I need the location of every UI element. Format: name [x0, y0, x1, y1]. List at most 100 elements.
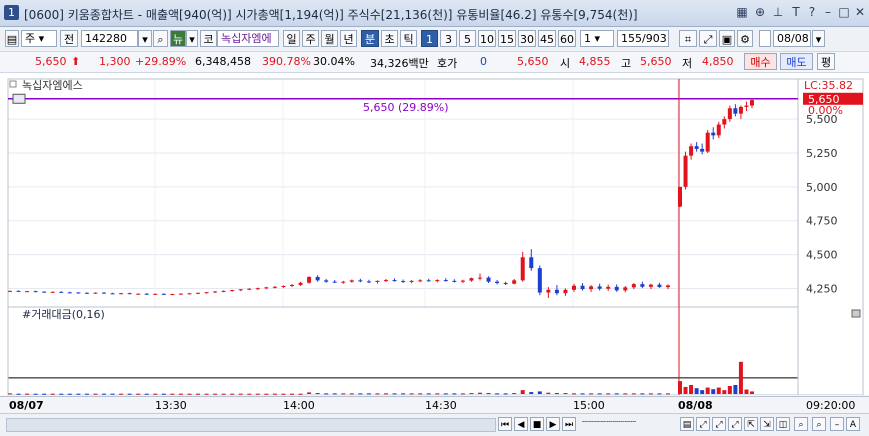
interval-5-button[interactable]: 5 [459, 30, 476, 47]
candle-body [537, 268, 542, 293]
date-input[interactable]: 08/08 [773, 30, 811, 47]
scroll-bar[interactable]: ⏮ ◀ ■ ▶ ⏭ ┄┄┄┄┄┄┄┄┄ ▤ ⤢ ⤢ ⤢ ⇱ ⇲ ◫ ⌕ ⌕ – … [0, 413, 869, 436]
scroll-first-icon[interactable]: ⏮ [498, 417, 512, 431]
candle-body [76, 292, 81, 294]
maximize-icon[interactable]: □ [837, 5, 851, 19]
interval-45-button[interactable]: 45 [538, 30, 556, 47]
volume-bar [727, 385, 732, 394]
interval-1-button[interactable]: 1 [421, 30, 438, 47]
candle-body [716, 124, 721, 136]
scroll-prev-icon[interactable]: ◀ [514, 417, 528, 431]
volume-bar [705, 387, 710, 394]
zoom-slider[interactable]: ┄┄┄┄┄┄┄┄┄ [582, 417, 672, 431]
candle-body [469, 278, 474, 281]
panel-close-icon[interactable] [851, 309, 861, 318]
x-tick-1500: 15:00 [573, 399, 605, 412]
sell-button[interactable]: 매도 [780, 53, 813, 70]
volume-bar [144, 393, 149, 395]
tool-3-icon[interactable]: ⤢ [712, 417, 726, 431]
zoom-in-icon[interactable]: ⌕ [794, 417, 808, 431]
year-button[interactable]: 년 [340, 30, 357, 47]
tool-2-icon[interactable]: ⤢ [696, 417, 710, 431]
font-size-icon[interactable]: A [846, 417, 860, 431]
unit-select[interactable]: 1 ▾ [580, 30, 614, 47]
chart-toolbar: ▤ 주 ▾ 전 142280 ▾ ⌕ 뉴 ▾ 코 녹십자엠에 일 주 월 년 분… [0, 27, 869, 52]
indicator-icon[interactable]: ⌗ [679, 30, 697, 47]
candle-body [247, 288, 252, 290]
volume-bar [750, 391, 754, 394]
volume-bar [366, 393, 371, 395]
tool-6-icon[interactable]: ⇲ [760, 417, 774, 431]
volume-ratio: 390.78% [262, 55, 311, 68]
font-icon[interactable]: T [789, 5, 803, 19]
price-change: 1,300 [99, 55, 131, 68]
second-button[interactable]: 초 [381, 30, 398, 47]
hoga-label: 호가 [437, 57, 458, 70]
volume-bar [230, 393, 235, 395]
hoga-value: 0 [480, 55, 487, 68]
tool-5-icon[interactable]: ⇱ [744, 417, 758, 431]
settings-gear-icon[interactable]: ⚙ [737, 30, 753, 47]
pin-icon[interactable]: ⊥ [771, 5, 785, 19]
scroll-next-icon[interactable]: ▶ [546, 417, 560, 431]
save-icon[interactable]: ▣ [719, 30, 735, 47]
news-button[interactable]: 뉴 [170, 30, 186, 47]
minimize-icon[interactable]: – [821, 5, 835, 19]
candle-body [733, 108, 738, 114]
interval-60-button[interactable]: 60 [558, 30, 576, 47]
volume-bar [478, 392, 482, 394]
panel-minimize-icon[interactable] [9, 80, 17, 88]
count-display: 155 [621, 32, 642, 45]
tool-1-icon[interactable]: ▤ [680, 417, 694, 431]
date-checkbox[interactable] [759, 30, 771, 47]
current-price: 5,650 [35, 55, 67, 68]
close-icon[interactable]: ✕ [853, 5, 867, 19]
market-button[interactable]: 코 [200, 30, 217, 47]
day-button[interactable]: 일 [283, 30, 300, 47]
draw-tool-icon[interactable]: ⤢ [699, 30, 717, 47]
volume-bar [298, 393, 303, 395]
volume-panel-title: #거래대금(0,16) [22, 308, 105, 321]
interval-15-button[interactable]: 15 [498, 30, 516, 47]
buy-button[interactable]: 매수 [744, 53, 777, 70]
minute-button[interactable]: 분 [361, 30, 379, 47]
volume-bar [33, 393, 38, 395]
price-chart[interactable]: 녹십자엠에스 LC:35.82 #거래대금(0,16) 5,650 (29.89… [0, 74, 869, 412]
interval-3-button[interactable]: 3 [440, 30, 457, 47]
candle-body [144, 293, 149, 295]
scroll-track[interactable] [6, 418, 496, 432]
tool-4-icon[interactable]: ⤢ [728, 417, 742, 431]
line-handle-icon[interactable] [12, 93, 26, 104]
shrink-icon[interactable]: – [830, 417, 844, 431]
stock-name-field[interactable]: 녹십자엠에 [217, 30, 279, 47]
candle-body [324, 280, 329, 282]
adjust-button[interactable]: 전 [60, 30, 78, 47]
week-button[interactable]: 주 [302, 30, 319, 47]
chart-area[interactable]: 녹십자엠에스 LC:35.82 #거래대금(0,16) 5,650 (29.89… [0, 74, 869, 412]
candle-body [161, 293, 166, 295]
candle-body [694, 146, 699, 149]
zoom-out-icon[interactable]: ⌕ [812, 417, 826, 431]
dropdown-icon[interactable]: ▾ [138, 30, 152, 47]
month-button[interactable]: 월 [321, 30, 338, 47]
tool-7-icon[interactable]: ◫ [776, 417, 790, 431]
news-dropdown-icon[interactable]: ▾ [186, 30, 198, 47]
interval-30-button[interactable]: 30 [518, 30, 536, 47]
stop-icon[interactable]: ■ [530, 417, 544, 431]
eval-button[interactable]: 평 [817, 53, 835, 70]
period-select[interactable]: 주 ▾ [21, 30, 57, 47]
grid-icon[interactable]: ▦ [735, 5, 749, 19]
stock-code-input[interactable]: 142280 [81, 30, 138, 47]
scroll-last-icon[interactable]: ⏭ [562, 417, 576, 431]
candle-body [738, 106, 743, 114]
menu-icon[interactable]: ▤ [5, 30, 19, 47]
volume-bar [443, 393, 448, 395]
volume-bar [93, 393, 98, 395]
lock-icon[interactable]: ⊕ [753, 5, 767, 19]
search-icon[interactable]: ⌕ [153, 30, 168, 47]
count-field[interactable]: 155/903 [617, 30, 669, 47]
interval-10-button[interactable]: 10 [478, 30, 496, 47]
help-icon[interactable]: ? [805, 5, 819, 19]
tick-button[interactable]: 틱 [400, 30, 417, 47]
date-dropdown-icon[interactable]: ▾ [812, 30, 825, 47]
